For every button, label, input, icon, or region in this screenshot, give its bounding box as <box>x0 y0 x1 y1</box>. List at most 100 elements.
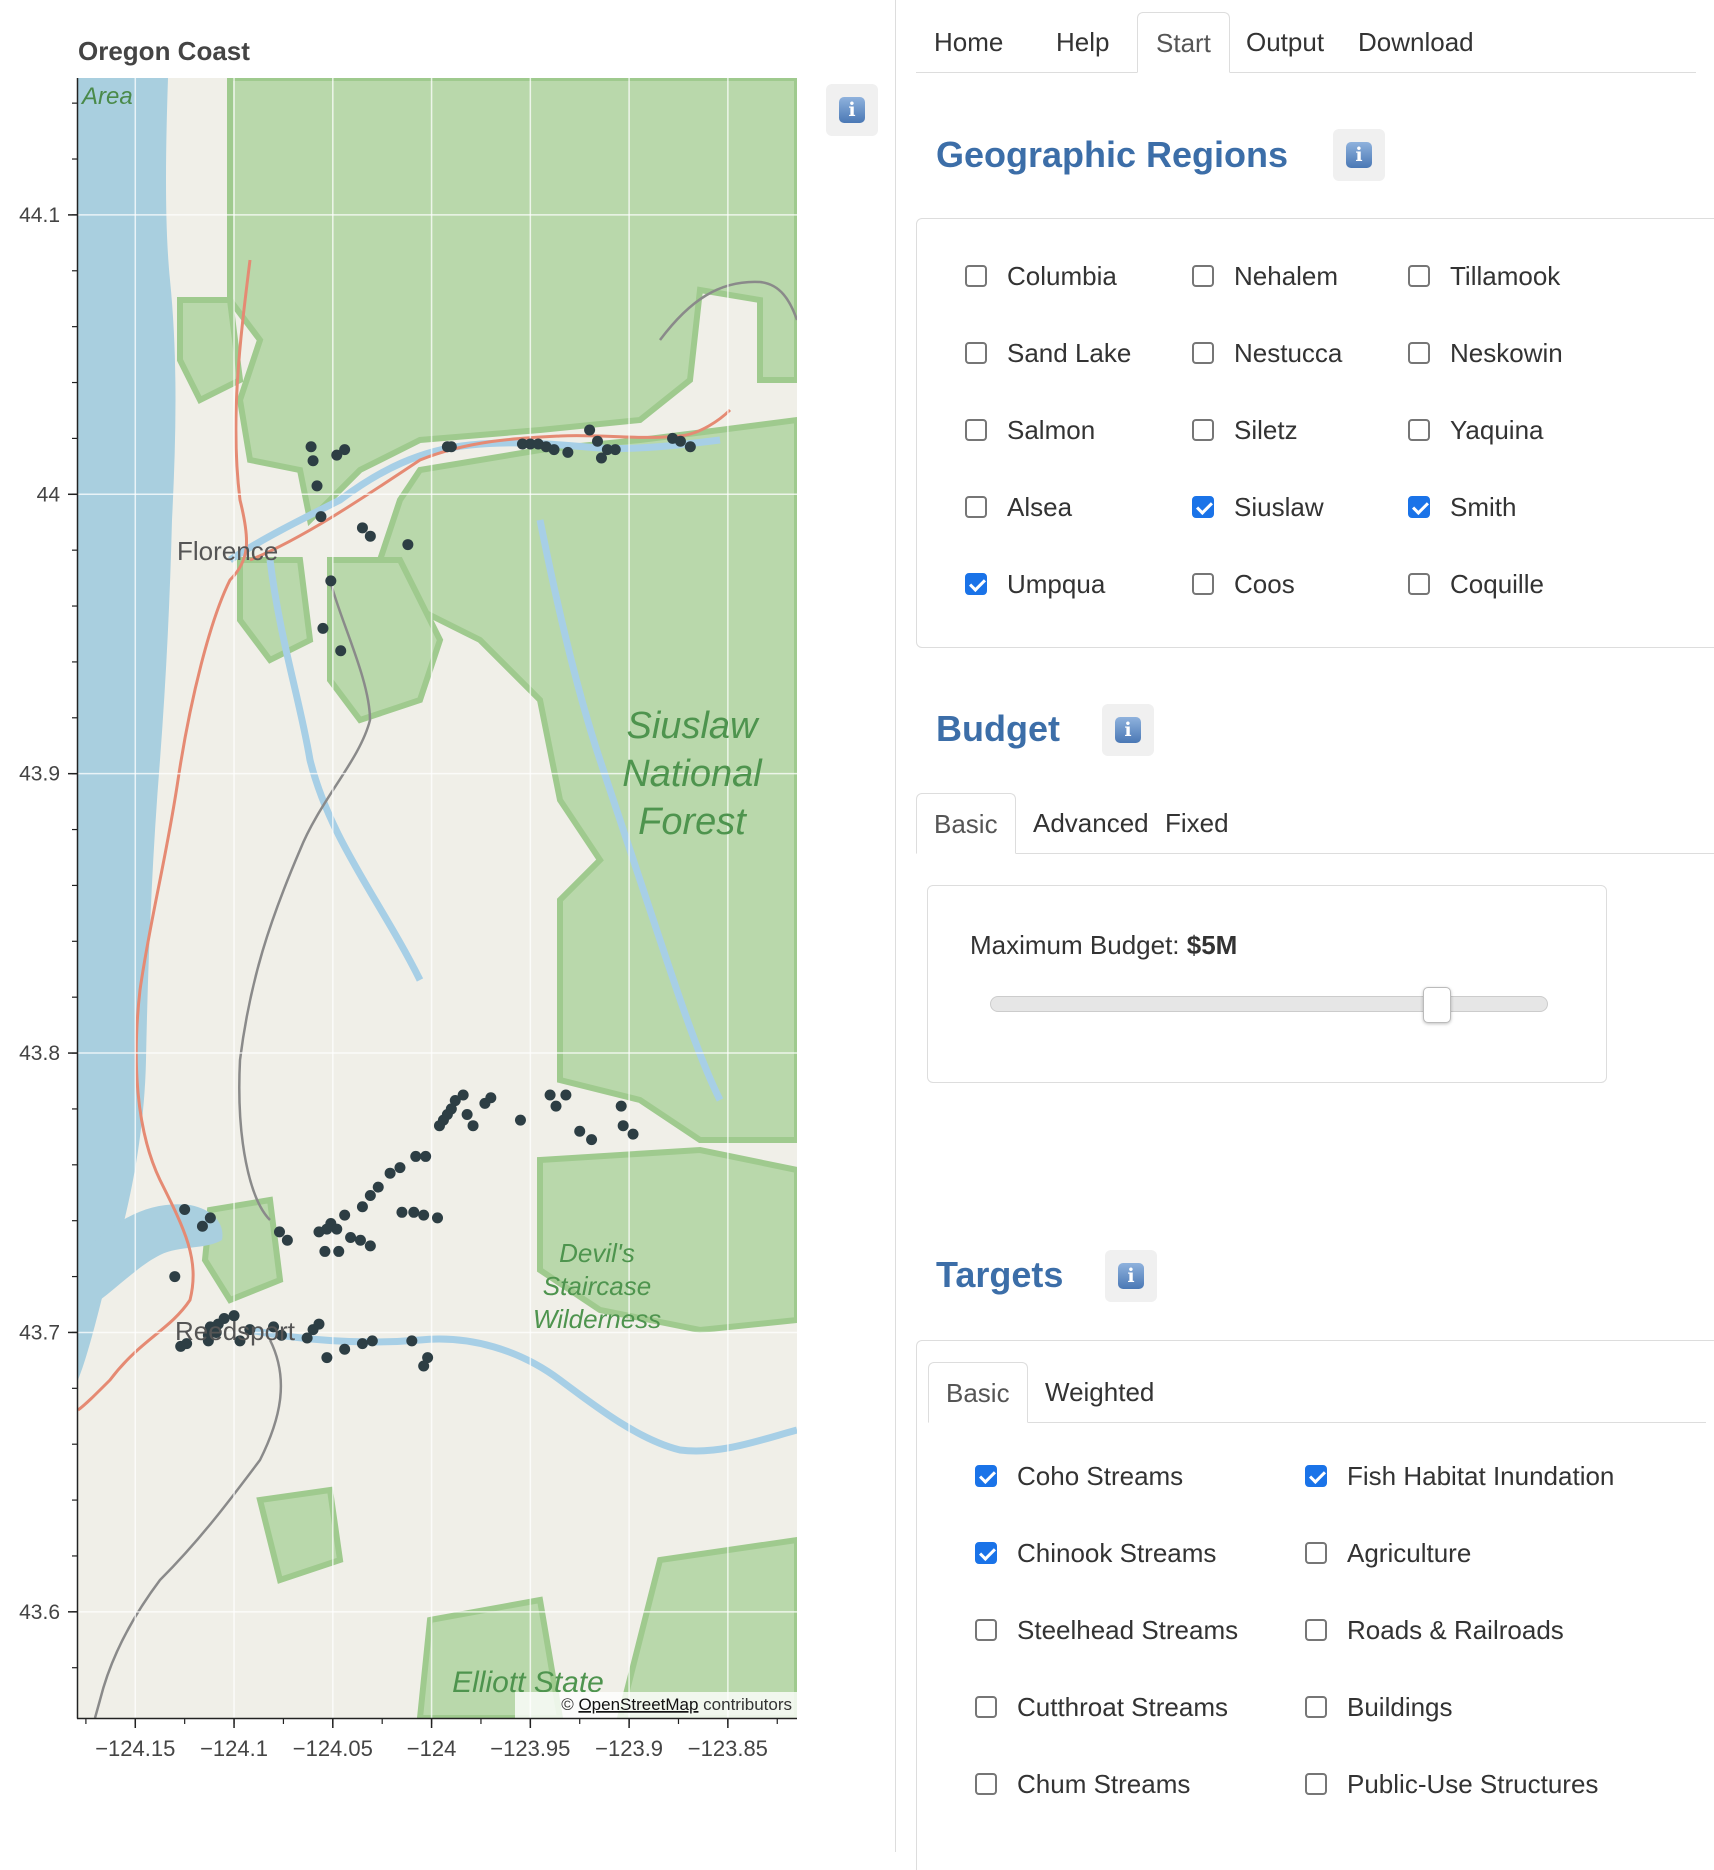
site-point[interactable] <box>372 1181 384 1193</box>
target-checkbox-roads-railroads[interactable]: Roads & Railroads <box>1305 1610 1564 1650</box>
checkbox-unchecked-icon[interactable] <box>965 496 987 518</box>
site-point[interactable] <box>364 1190 376 1202</box>
checkbox-unchecked-icon[interactable] <box>1305 1696 1327 1718</box>
site-point[interactable] <box>169 1271 181 1283</box>
checkbox-unchecked-icon[interactable] <box>965 265 987 287</box>
site-point[interactable] <box>319 1245 331 1257</box>
region-checkbox-alsea[interactable]: Alsea <box>965 487 1072 527</box>
site-point[interactable] <box>433 1120 445 1132</box>
site-point[interactable] <box>562 446 574 458</box>
targets-tab-weighted[interactable]: Weighted <box>1028 1362 1171 1422</box>
checkbox-unchecked-icon[interactable] <box>1305 1542 1327 1564</box>
region-checkbox-coquille[interactable]: Coquille <box>1408 564 1544 604</box>
target-checkbox-cutthroat-streams[interactable]: Cutthroat Streams <box>975 1687 1228 1727</box>
site-point[interactable] <box>335 645 347 657</box>
checkbox-checked-icon[interactable] <box>975 1542 997 1564</box>
nav-home[interactable]: Home <box>916 12 1021 72</box>
site-point[interactable] <box>354 1234 366 1246</box>
site-point[interactable] <box>331 1223 343 1235</box>
site-point[interactable] <box>410 1150 422 1162</box>
checkbox-unchecked-icon[interactable] <box>1408 342 1430 364</box>
site-point[interactable] <box>339 1209 351 1221</box>
region-checkbox-neskowin[interactable]: Neskowin <box>1408 333 1563 373</box>
site-point[interactable] <box>339 444 351 456</box>
checkbox-checked-icon[interactable] <box>1192 496 1214 518</box>
site-point[interactable] <box>418 1209 430 1221</box>
region-checkbox-columbia[interactable]: Columbia <box>965 256 1117 296</box>
nav-help[interactable]: Help <box>1038 12 1127 72</box>
site-point[interactable] <box>402 539 414 551</box>
region-checkbox-siuslaw[interactable]: Siuslaw <box>1192 487 1324 527</box>
checkbox-unchecked-icon[interactable] <box>1192 419 1214 441</box>
target-checkbox-buildings[interactable]: Buildings <box>1305 1687 1453 1727</box>
checkbox-checked-icon[interactable] <box>1408 496 1430 518</box>
site-point[interactable] <box>301 1332 313 1344</box>
site-point[interactable] <box>586 1134 598 1146</box>
site-point[interactable] <box>406 1335 418 1347</box>
site-point[interactable] <box>356 522 368 534</box>
site-point[interactable] <box>617 1120 629 1132</box>
site-point[interactable] <box>317 622 329 634</box>
site-point[interactable] <box>315 511 327 523</box>
checkbox-unchecked-icon[interactable] <box>975 1773 997 1795</box>
map-chart[interactable]: −124.15 −124.1 −124.05 −124 −123.95 −123.9 −12… <box>0 0 895 1852</box>
site-point[interactable] <box>356 1201 368 1213</box>
target-checkbox-chum-streams[interactable]: Chum Streams <box>975 1764 1190 1804</box>
attribution-link[interactable]: OpenStreetMap <box>578 1695 698 1714</box>
checkbox-checked-icon[interactable] <box>975 1465 997 1487</box>
site-point[interactable] <box>345 1231 357 1243</box>
site-point[interactable] <box>305 441 317 453</box>
region-checkbox-yaquina[interactable]: Yaquina <box>1408 410 1544 450</box>
checkbox-unchecked-icon[interactable] <box>1192 265 1214 287</box>
checkbox-unchecked-icon[interactable] <box>1408 419 1430 441</box>
site-point[interactable] <box>584 424 596 436</box>
budget-tab-fixed[interactable]: Fixed <box>1148 793 1246 853</box>
target-checkbox-public-use-structures[interactable]: Public-Use Structures <box>1305 1764 1598 1804</box>
site-point[interactable] <box>307 455 319 467</box>
checkbox-unchecked-icon[interactable] <box>1192 342 1214 364</box>
region-checkbox-salmon[interactable]: Salmon <box>965 410 1095 450</box>
target-checkbox-fish-habitat-inundation[interactable]: Fish Habitat Inundation <box>1305 1456 1614 1496</box>
checkbox-unchecked-icon[interactable] <box>1192 573 1214 595</box>
site-point[interactable] <box>204 1212 216 1224</box>
checkbox-checked-icon[interactable] <box>965 573 987 595</box>
site-point[interactable] <box>356 1338 368 1350</box>
site-point[interactable] <box>339 1343 351 1355</box>
site-point[interactable] <box>609 444 621 456</box>
site-point[interactable] <box>321 1352 333 1364</box>
site-point[interactable] <box>420 1150 432 1162</box>
target-checkbox-coho-streams[interactable]: Coho Streams <box>975 1456 1183 1496</box>
site-point[interactable] <box>591 435 603 447</box>
budget-tab-basic[interactable]: Basic <box>916 793 1016 854</box>
checkbox-unchecked-icon[interactable] <box>1408 265 1430 287</box>
checkbox-checked-icon[interactable] <box>1305 1465 1327 1487</box>
region-checkbox-coos[interactable]: Coos <box>1192 564 1295 604</box>
target-checkbox-steelhead-streams[interactable]: Steelhead Streams <box>975 1610 1238 1650</box>
targets-tab-basic[interactable]: Basic <box>928 1362 1028 1423</box>
site-point[interactable] <box>674 435 686 447</box>
checkbox-unchecked-icon[interactable] <box>965 342 987 364</box>
site-point[interactable] <box>313 1226 325 1238</box>
target-checkbox-chinook-streams[interactable]: Chinook Streams <box>975 1533 1216 1573</box>
site-point[interactable] <box>560 1089 572 1101</box>
budget-slider-thumb[interactable] <box>1423 987 1452 1023</box>
region-checkbox-smith[interactable]: Smith <box>1408 487 1516 527</box>
target-checkbox-agriculture[interactable]: Agriculture <box>1305 1533 1471 1573</box>
site-point[interactable] <box>548 444 560 456</box>
site-point[interactable] <box>394 1162 406 1174</box>
checkbox-unchecked-icon[interactable] <box>975 1619 997 1641</box>
nav-output[interactable]: Output <box>1228 12 1342 72</box>
site-point[interactable] <box>408 1206 420 1218</box>
map-info-button[interactable]: i <box>826 84 878 136</box>
checkbox-unchecked-icon[interactable] <box>1305 1773 1327 1795</box>
site-point[interactable] <box>514 1114 526 1126</box>
site-point[interactable] <box>179 1204 191 1216</box>
site-point[interactable] <box>313 1318 325 1330</box>
site-point[interactable] <box>574 1125 586 1137</box>
site-point[interactable] <box>384 1167 396 1179</box>
site-point[interactable] <box>467 1120 479 1132</box>
region-checkbox-nehalem[interactable]: Nehalem <box>1192 256 1338 296</box>
site-point[interactable] <box>364 530 376 542</box>
site-point[interactable] <box>432 1212 443 1224</box>
checkbox-unchecked-icon[interactable] <box>1305 1619 1327 1641</box>
